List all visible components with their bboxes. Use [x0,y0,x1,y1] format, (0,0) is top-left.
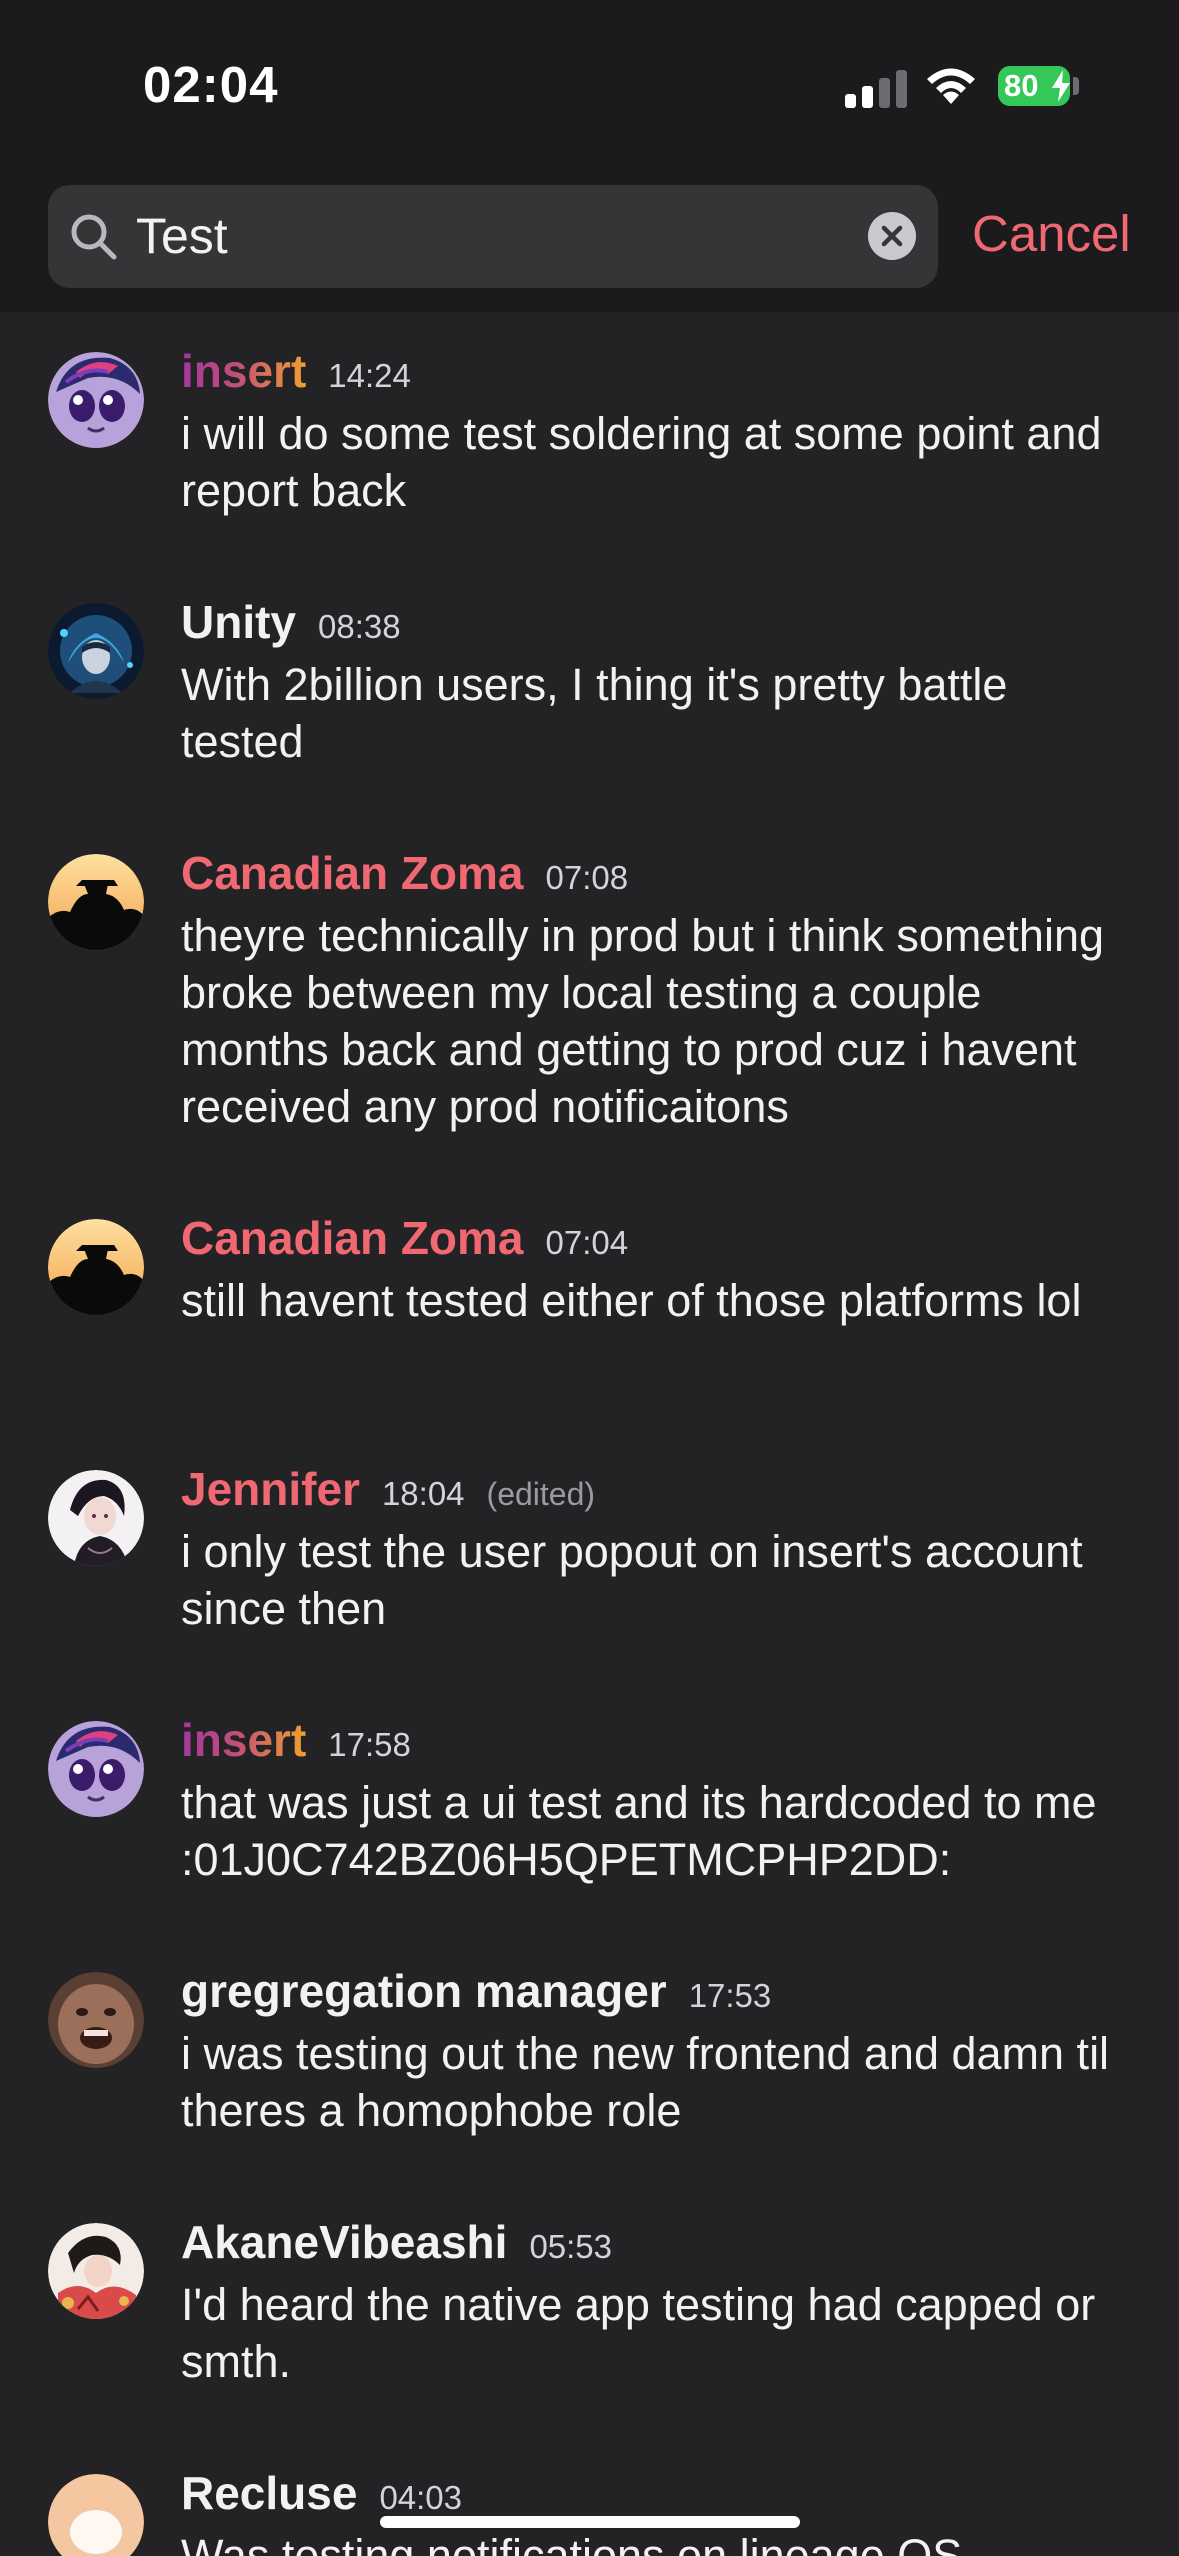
message-text: i was testing out the new frontend and d… [181,2028,1110,2136]
message-time: 17:53 [688,1977,772,2014]
message-time: 07:04 [545,1224,629,1261]
battery-cap [1073,77,1079,95]
message-time: 07:08 [545,859,629,896]
message-text: With 2billion users, I thing it's pretty… [181,659,1008,767]
battery-level: 80 [1004,68,1039,103]
message-text: i only test the user popout on insert's … [181,1526,1083,1634]
face-avatar-icon[interactable] [48,1972,144,2068]
message-time: 04:03 [379,2479,463,2516]
author-name[interactable]: Unity [181,596,296,648]
pony-avatar-icon[interactable] [48,352,144,448]
message-time: 17:58 [328,1726,411,1763]
top-bar: 02:04 80 Test Cancel [0,0,1179,312]
pony-avatar-icon[interactable] [48,1721,144,1817]
author-name[interactable]: insert [181,1714,306,1766]
author-name[interactable]: Jennifer [181,1463,360,1515]
message-text: still havent tested either of those plat… [181,1275,1082,1326]
author-name[interactable]: Canadian Zoma [181,1212,524,1264]
blue-hooded-avatar-icon[interactable] [48,603,144,699]
author-name[interactable]: Canadian Zoma [181,847,524,899]
manga-avatar-icon[interactable] [48,2223,144,2319]
message-text: I'd heard the native app testing had cap… [181,2279,1096,2387]
status-time: 02:04 [143,56,279,113]
message-text: that was just a ui test and its hardcode… [181,1777,1097,1885]
message-text: Was testing notifications on lineage OS [181,2530,963,2556]
message-time: 08:38 [318,608,401,645]
edited-label: (edited) [486,1476,596,1512]
message-text: theyre technically in prod but i think s… [181,910,1105,1132]
search-icon [71,214,117,260]
search-results-list: insert 14:24 i will do some test solderin… [0,312,1179,2556]
clear-search-icon[interactable] [868,212,916,260]
author-name[interactable]: Recluse [181,2467,357,2519]
search-input[interactable]: Test [136,207,228,265]
message-text: i will do some test soldering at some po… [181,408,1102,516]
charging-bolt-icon [1052,70,1070,102]
author-name[interactable]: insert [181,345,306,397]
search-field[interactable]: Test [48,185,938,288]
wifi-icon [927,68,975,104]
anime-portrait-avatar-icon[interactable] [48,1470,144,1566]
silhouette-avatar-icon[interactable] [48,1219,144,1315]
cellular-signal-icon [845,70,907,108]
cancel-button[interactable]: Cancel [972,204,1131,263]
home-indicator[interactable] [380,2516,800,2528]
author-name[interactable]: gregregation manager [181,1965,667,2017]
message-time: 18:04 [381,1475,465,1512]
silhouette-avatar-icon[interactable] [48,854,144,950]
author-name[interactable]: AkaneVibeashi [181,2216,507,2268]
blob-avatar-icon[interactable] [48,2474,144,2556]
message-time: 14:24 [328,357,411,394]
message-time: 05:53 [529,2228,613,2265]
